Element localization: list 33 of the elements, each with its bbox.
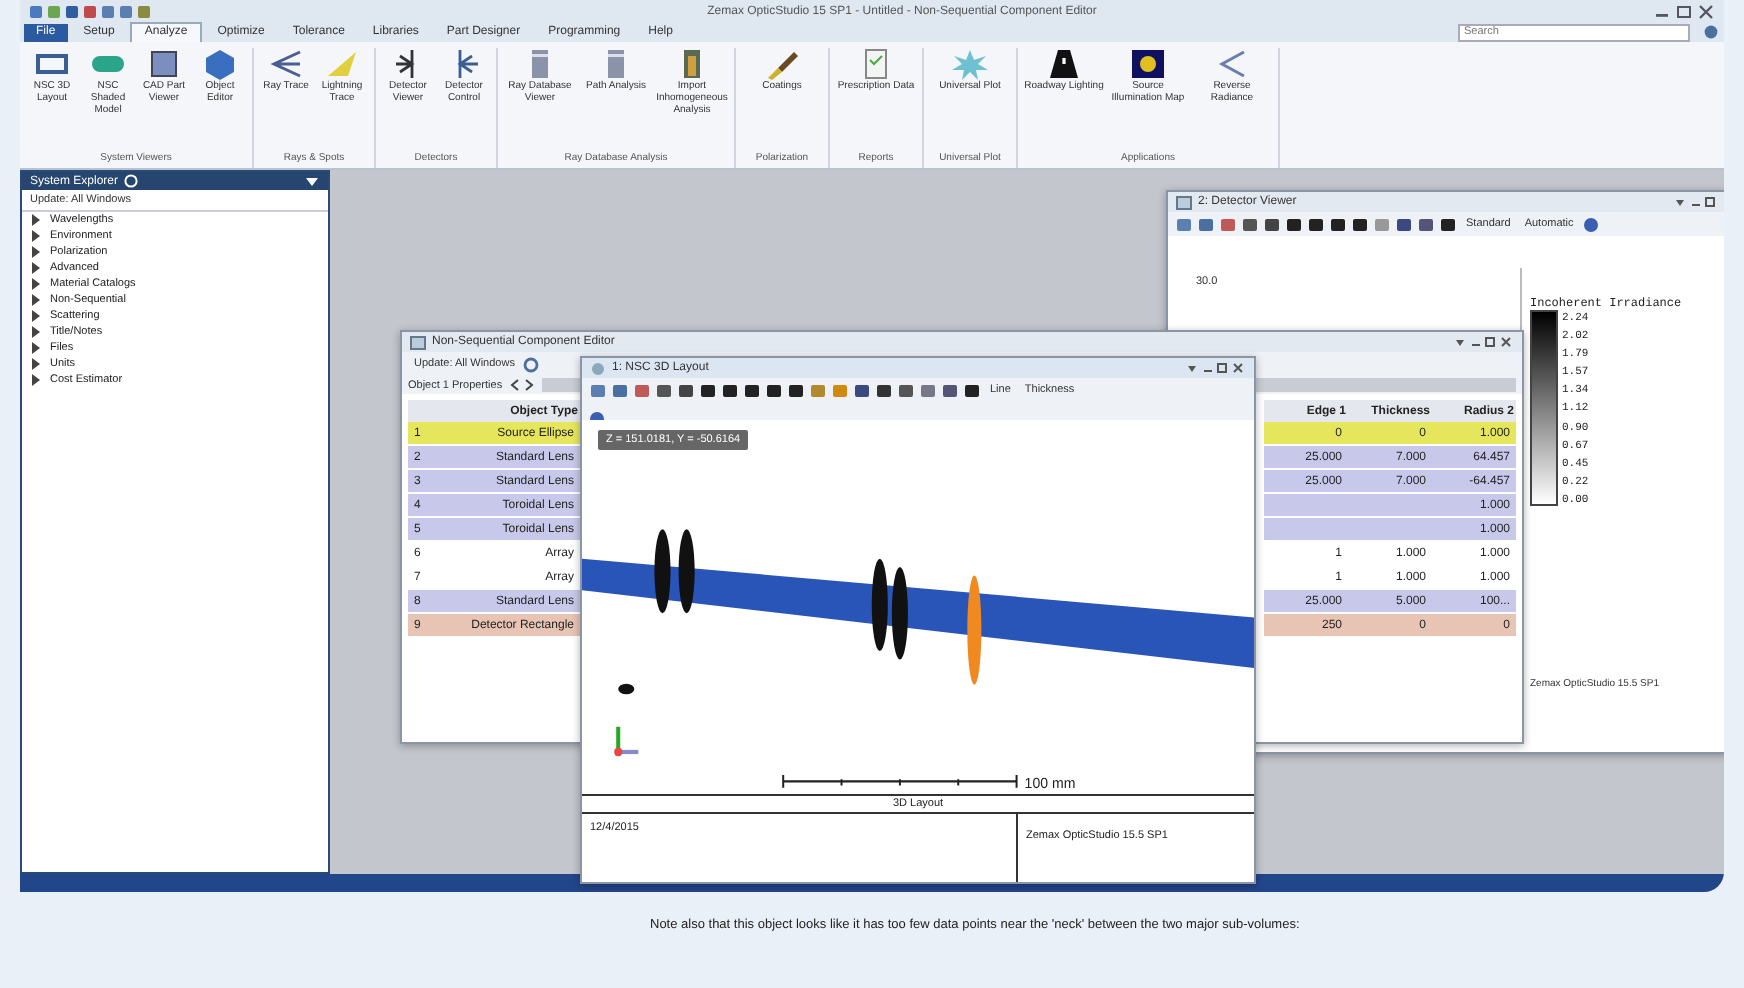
navigation-arrows-icon[interactable] [508,378,537,392]
expand-icon[interactable] [30,294,42,306]
close-icon[interactable] [1696,3,1716,19]
maximize-icon[interactable] [1674,3,1694,19]
expand-icon[interactable] [30,326,42,338]
window-icon [410,335,426,349]
expand-icon[interactable] [30,374,42,386]
expand-icon[interactable] [30,278,42,290]
expand-icon[interactable] [30,310,42,322]
road-icon [1044,48,1084,80]
expand-icon[interactable] [30,246,42,258]
source-drawing [618,683,635,695]
scale-label: 100 mm [1024,773,1076,792]
expand-icon[interactable] [30,214,42,226]
expand-icon[interactable] [30,358,42,370]
help-icon[interactable] [1581,215,1600,233]
window-controls-icon[interactable] [1454,335,1514,349]
window-icon [1176,195,1192,209]
help-icon[interactable] [124,174,139,188]
burst-icon [950,48,990,80]
frame-icon [32,48,72,80]
pin-icon[interactable] [304,174,320,188]
map-icon [1128,48,1168,80]
expand-icon[interactable] [30,342,42,354]
axis-triad-icon [614,726,639,757]
window-controls-icon[interactable] [1674,195,1718,209]
expand-icon[interactable] [30,262,42,274]
cube-icon [200,48,240,80]
window-icon [590,361,606,375]
window-controls-icon[interactable] [1186,361,1246,375]
expand-icon[interactable] [30,230,42,242]
help-icon[interactable] [1702,24,1720,40]
rays-icon [266,48,306,80]
